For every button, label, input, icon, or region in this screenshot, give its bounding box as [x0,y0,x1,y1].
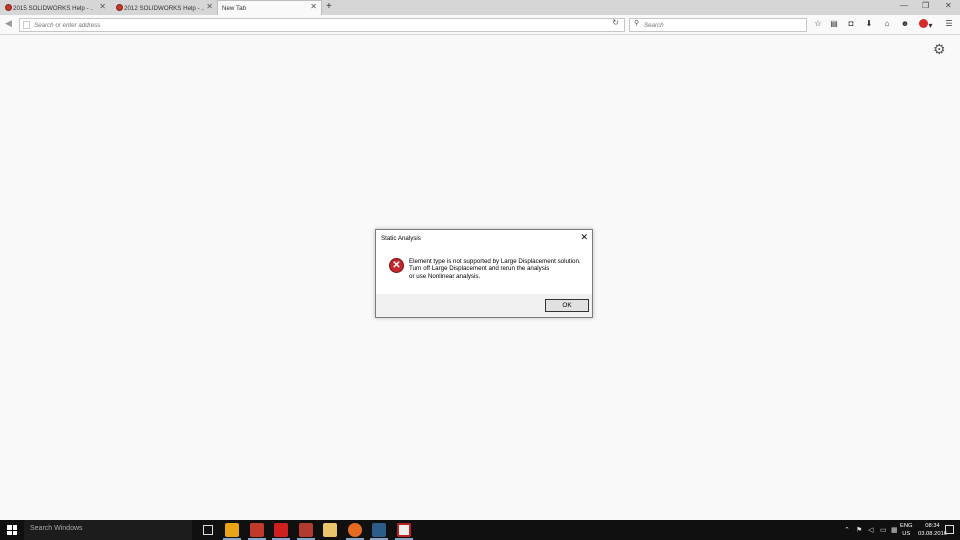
search-input[interactable] [644,20,794,31]
minimize-icon[interactable]: — [900,1,908,10]
dialog-close-icon[interactable]: ✕ [580,232,588,243]
restore-icon[interactable]: ❐ [922,1,929,10]
window-close-icon[interactable]: ✕ [945,1,952,10]
notifications-icon[interactable] [945,525,954,534]
simulation-app-icon[interactable] [397,523,411,537]
solidworks-app-icon[interactable] [250,523,264,537]
file-explorer-app-icon[interactable] [323,523,337,537]
battery-icon[interactable]: ▭ [880,526,887,534]
message-line: Turn off Large Displacement and rerun th… [409,265,550,273]
page-icon [23,21,30,29]
bookmarks-menu-icon[interactable]: ▤ [829,19,839,28]
navigation-bar: ◀ ↻ ⚲ ☆ ▤ ◘ ⬇ ⌂ ☻ ▾ ☰ [0,15,960,35]
back-arrow-icon[interactable]: ◀ [5,18,12,29]
tab-solidworks-2015[interactable]: 2015 SOLIDWORKS Help - ... ✕ [2,1,110,15]
url-bar[interactable]: ↻ [19,18,625,32]
task-view-icon[interactable] [203,525,213,535]
message-line: Element type is not supported by Large D… [409,258,581,265]
bookmark-star-icon[interactable]: ☆ [813,19,823,28]
address-input[interactable] [34,20,604,31]
solidworks-explorer-app-icon[interactable] [299,523,313,537]
tab-label: New Tab [222,4,246,12]
taskbar-search[interactable]: Search Windows [24,520,192,540]
ok-button[interactable]: OK [545,299,589,312]
tab-strip: 2015 SOLIDWORKS Help - ... ✕ 2012 SOLIDW… [0,0,960,15]
firefox-app-icon[interactable] [348,523,362,537]
search-icon: ⚲ [634,20,640,27]
tab-label: 2012 SOLIDWORKS Help - ... [124,4,204,12]
solidworks-favicon-icon [5,4,12,11]
gear-icon[interactable]: ⚙ [933,41,946,58]
show-hidden-icons-icon[interactable]: ⌃ [844,526,850,534]
tab-solidworks-2012[interactable]: 2012 SOLIDWORKS Help - ... ✕ [113,1,217,15]
keyboard-icon[interactable]: ▦ [891,526,898,534]
tab-label: 2015 SOLIDWORKS Help - ... [13,4,93,12]
error-icon: ✕ [389,258,404,273]
taskbar: Search Windows ⌃ ⚑ ◁ ▭ ▦ ENG US 08:34 03… [0,520,960,540]
taskbar-search-placeholder: Search Windows [30,525,83,532]
message-line: or use Nonlinear analysis. [409,272,481,280]
solidworks-favicon-icon [116,4,123,11]
new-tab-plus-icon[interactable]: + [326,1,332,12]
windows-start-icon[interactable] [7,525,17,535]
dialog-title: Static Analysis [381,235,421,242]
clock[interactable]: 08:34 03.08.2016 [918,522,947,538]
language-code: ENG [900,523,913,529]
keyboard-layout: US [902,531,911,537]
close-tab-icon[interactable]: ✕ [206,2,213,11]
adblock-icon[interactable]: ▾ [918,19,934,30]
remote-desktop-app-icon[interactable] [372,523,386,537]
downloads-icon[interactable]: ⬇ [864,19,874,28]
clock-date: 03.08.2016 [918,531,948,537]
acrobat-app-icon[interactable] [274,523,288,537]
dialog-message: Element type is not supported by Large D… [409,258,581,280]
volume-icon[interactable]: ◁ [868,526,873,534]
language-indicator[interactable]: ENG US [900,522,913,538]
pocket-icon[interactable]: ◘ [846,19,856,28]
reload-icon[interactable]: ↻ [612,18,619,27]
home-icon[interactable]: ⌂ [882,19,892,28]
dialog-body: Static Analysis ✕ ✕ Element type is not … [376,230,592,294]
close-tab-icon[interactable]: ✕ [99,2,106,11]
hello-icon[interactable]: ☻ [900,19,910,28]
close-tab-icon[interactable]: ✕ [310,2,317,11]
network-icon[interactable]: ⚑ [856,526,862,534]
static-analysis-dialog: Static Analysis ✕ ✕ Element type is not … [375,229,593,318]
hamburger-menu-icon[interactable]: ☰ [944,19,954,28]
tab-new-tab[interactable]: New Tab ✕ [217,0,322,15]
clock-time: 08:34 [925,523,940,529]
outlook-app-icon[interactable] [225,523,239,537]
search-bar[interactable]: ⚲ [629,18,807,32]
